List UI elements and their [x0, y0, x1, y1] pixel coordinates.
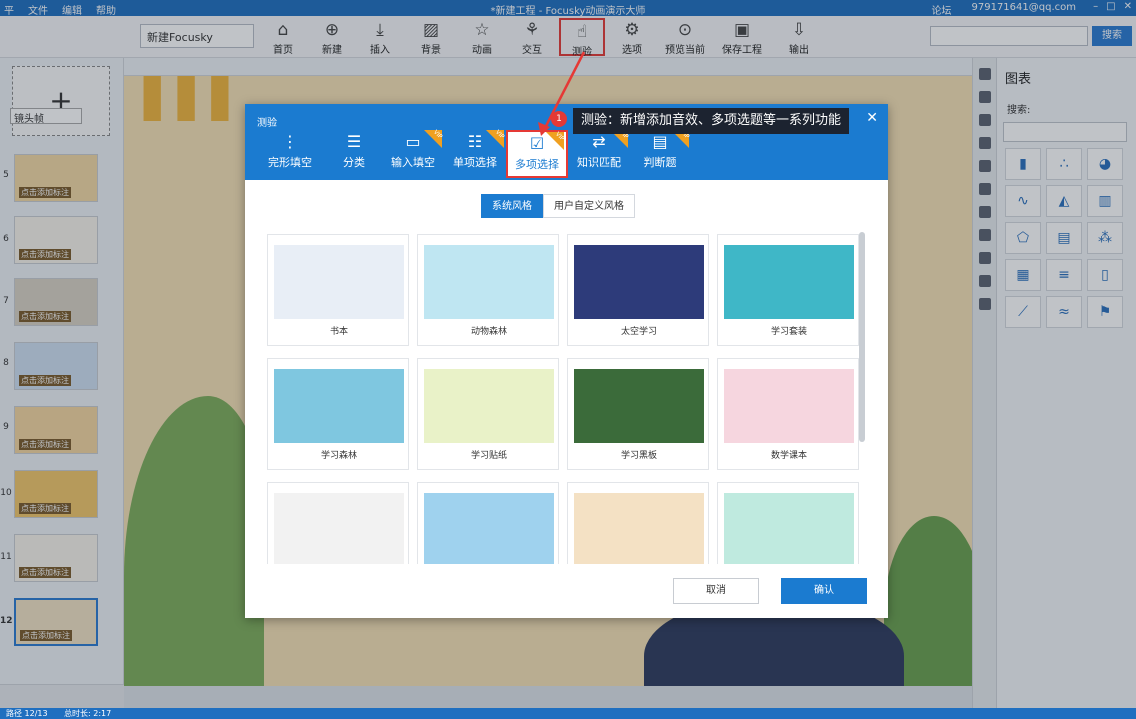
template-name: 学习套装 [770, 327, 807, 337]
template-thumbnail [424, 369, 554, 443]
template-name: 学习森林 [320, 451, 357, 461]
template-card[interactable]: 太空学习 [567, 234, 709, 346]
confirm-button[interactable]: 确认 [781, 578, 867, 604]
template-thumbnail [574, 245, 704, 319]
quiz-dialog: 测验 ✕ ⋮ 完形填空 ☰ 分类 ▭ 输入填空 VIP ☷ 单项选择 VIP ☑ 多项选择 VI… [245, 104, 888, 618]
template-thumbnail [724, 369, 854, 443]
template-thumbnail [724, 493, 854, 564]
template-name: 学习贴纸 [470, 451, 507, 461]
tab-fill-input[interactable]: ▭ 输入填空 VIP [382, 129, 444, 178]
tab-classify[interactable]: ☰ 分类 [323, 130, 385, 178]
style-tabs: 系统风格 用户自定义风格 [481, 194, 635, 218]
tab-system-style[interactable]: 系统风格 [481, 194, 543, 218]
template-card[interactable]: 数学课本 [717, 358, 859, 470]
true-false-icon: ▤ [652, 132, 668, 151]
template-thumbnail [274, 369, 404, 443]
path-status: 路径 12/13 [6, 709, 48, 718]
template-thumbnail [574, 493, 704, 564]
tab-knowledge-match[interactable]: ⇄ 知识匹配 VIP [568, 129, 630, 178]
feature-tooltip: 测验：新增添加音效、多项选题等一系列功能 [573, 108, 850, 134]
template-name: 数学课本 [770, 451, 807, 461]
template-card[interactable] [267, 482, 409, 564]
status-bar: 路径 12/13 总时长: 2:17 [0, 708, 1136, 719]
tab-cloze[interactable]: ⋮ 完形填空 [261, 130, 319, 178]
template-thumbnail [274, 493, 404, 564]
template-card[interactable] [717, 482, 859, 564]
cloze-icon: ⋮ [282, 132, 298, 151]
template-name: 太空学习 [620, 327, 657, 337]
classify-icon: ☰ [346, 132, 362, 151]
match-icon: ⇄ [592, 132, 606, 151]
template-card[interactable]: 动物森林 [417, 234, 559, 346]
cancel-button[interactable]: 取消 [673, 578, 759, 604]
template-card[interactable]: 学习套装 [717, 234, 859, 346]
single-choice-icon: ☷ [467, 132, 483, 151]
template-name: 学习黑板 [620, 451, 657, 461]
tab-single-choice[interactable]: ☷ 单项选择 VIP [444, 129, 506, 178]
quiz-dialog-header: 测验 ✕ ⋮ 完形填空 ☰ 分类 ▭ 输入填空 VIP ☷ 单项选择 VIP ☑ 多项选择 VI… [245, 104, 888, 180]
template-thumbnail [724, 245, 854, 319]
template-card[interactable]: 学习森林 [267, 358, 409, 470]
template-name: 动物森林 [470, 327, 507, 337]
template-card[interactable]: 学习黑板 [567, 358, 709, 470]
fill-input-icon: ▭ [405, 132, 421, 151]
template-card[interactable] [417, 482, 559, 564]
template-thumbnail [274, 245, 404, 319]
multiple-choice-icon: ☑ [529, 134, 545, 153]
template-name: 书本 [329, 327, 348, 337]
tab-true-false[interactable]: ▤ 判断题 VIP [629, 129, 691, 178]
duration-status: 总时长: 2:17 [64, 709, 112, 718]
tab-multiple-choice[interactable]: ☑ 多项选择 VIP [506, 130, 568, 178]
quiz-dialog-title: 测验 [257, 118, 277, 129]
template-thumbnail [424, 245, 554, 319]
template-scrollbar[interactable] [859, 232, 865, 442]
template-card[interactable] [567, 482, 709, 564]
template-card[interactable]: 学习贴纸 [417, 358, 559, 470]
template-thumbnail [574, 369, 704, 443]
template-grid: 书本 动物森林 太空学习 学习套装 学习森林 学习贴纸 学习黑板 数学课本 [265, 232, 865, 564]
step-badge: 1 [551, 111, 567, 127]
tab-custom-style[interactable]: 用户自定义风格 [543, 194, 635, 218]
template-thumbnail [424, 493, 554, 564]
template-card[interactable]: 书本 [267, 234, 409, 346]
close-icon[interactable]: ✕ [866, 110, 878, 126]
